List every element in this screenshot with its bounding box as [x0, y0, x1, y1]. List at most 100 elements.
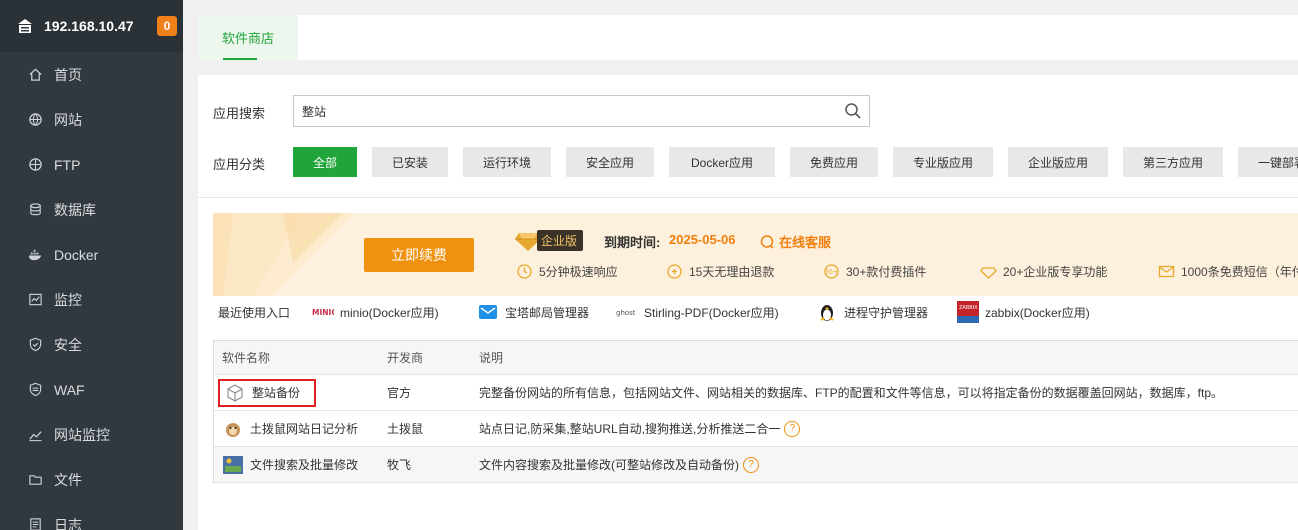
sidebar-item-label: 监控 — [54, 291, 82, 308]
diamond-outline-icon — [980, 267, 997, 279]
app-vendor: 官方 — [387, 386, 412, 400]
search-input[interactable] — [302, 104, 837, 118]
app-description: 文件内容搜索及批量修改(可整站修改及自动备份) — [479, 458, 739, 472]
sidebar-item-website[interactable]: 网站 — [0, 97, 183, 142]
server-logo-icon — [18, 19, 32, 33]
recent-item-mail-manager[interactable]: 宝塔邮局管理器 — [477, 301, 589, 323]
expire-date: 2025-05-06 — [669, 232, 736, 247]
category-runtime[interactable]: 运行环境 — [463, 147, 551, 177]
search-icon[interactable] — [837, 96, 869, 126]
recent-item-stirling-pdf[interactable]: ghost Stirling-PDF(Docker应用) — [616, 301, 779, 323]
banner-decoration — [213, 213, 353, 296]
category-third-party[interactable]: 第三方应用 — [1123, 147, 1223, 177]
category-one-click-deploy[interactable]: 一键部署 — [1238, 147, 1298, 177]
header-name[interactable]: 软件名称 — [214, 349, 387, 366]
app-description: 站点日记,防采集,整站URL自动,搜狗推送,分析推送二合一 — [479, 422, 781, 436]
groundhog-icon — [222, 419, 244, 439]
divider — [198, 197, 1298, 198]
monitor-icon — [27, 292, 43, 308]
tab-bar: 软件商店 — [198, 15, 1298, 60]
sidebar-item-files[interactable]: 文件 — [0, 457, 183, 502]
category-free[interactable]: 免费应用 — [790, 147, 878, 177]
category-pro[interactable]: 专业版应用 — [893, 147, 993, 177]
edition-label: 企业版 — [537, 230, 584, 251]
online-service-link[interactable]: 在线客服 — [759, 232, 831, 251]
app-name[interactable]: 土拨鼠网站日记分析 — [250, 420, 358, 437]
search-box — [293, 95, 870, 127]
renew-button[interactable]: 立即续费 — [364, 238, 474, 272]
table-header: 软件名称 开发商 说明 — [214, 341, 1298, 375]
recent-item-supervisor[interactable]: 进程守护管理器 — [816, 301, 928, 323]
sidebar-item-logs[interactable]: 日志 — [0, 502, 183, 530]
feature-label: 5分钟极速响应 — [539, 265, 618, 279]
app-name[interactable]: 整站备份 — [252, 384, 300, 401]
app-name[interactable]: 文件搜索及批量修改 — [250, 456, 358, 473]
recent-item-label: zabbix(Docker应用) — [985, 305, 1090, 320]
sidebar-item-label: FTP — [54, 156, 81, 173]
sidebar-item-monitor[interactable]: 监控 — [0, 277, 183, 322]
enterprise-badge: 企业版 — [515, 230, 584, 251]
table-row[interactable]: 整站备份 官方 完整备份网站的所有信息，包括网站文件、网站相关的数据库、FTP的… — [214, 375, 1298, 411]
expire-label: 到期时间: — [604, 235, 661, 250]
file-search-icon — [222, 455, 244, 475]
sidebar-item-label: 日志 — [54, 516, 82, 530]
enterprise-banner: 立即续费 企业版 到期时间: 2025-05-06 在线客服 5分钟极速响应 1… — [213, 213, 1298, 296]
database-icon — [27, 202, 43, 218]
sidebar-item-label: 数据库 — [54, 201, 96, 218]
category-docker[interactable]: Docker应用 — [669, 147, 775, 177]
sidebar-item-site-monitor[interactable]: 网站监控 — [0, 412, 183, 457]
waf-shield-icon — [27, 382, 43, 398]
header-description[interactable]: 说明 — [479, 349, 1298, 366]
sidebar-item-ftp[interactable]: FTP — [0, 142, 183, 187]
plugin-icon: 30+ — [824, 264, 839, 279]
recent-item-zabbix[interactable]: ZABBIX zabbix(Docker应用) — [957, 301, 1090, 323]
svg-text:ghost: ghost — [616, 309, 636, 317]
table-row[interactable]: 文件搜索及批量修改 牧飞 文件内容搜索及批量修改(可整站修改及自动备份)? — [214, 447, 1298, 483]
sidebar-item-label: 首页 — [54, 66, 82, 83]
category-label: 应用分类 — [213, 157, 266, 172]
zabbix-icon: ZABBIX — [957, 301, 979, 323]
app-description: 完整备份网站的所有信息，包括网站文件、网站相关的数据库、FTP的配置和文件等信息… — [479, 386, 1224, 400]
minio-icon: MINIO — [312, 302, 334, 322]
recent-item-label: minio(Docker应用) — [340, 305, 439, 320]
sidebar-item-waf[interactable]: WAF — [0, 367, 183, 412]
table-row[interactable]: 土拨鼠网站日记分析 土拨鼠 站点日记,防采集,整站URL自动,搜狗推送,分析推送… — [214, 411, 1298, 447]
category-all[interactable]: 全部 — [293, 147, 357, 177]
server-ip[interactable]: 192.168.10.47 — [44, 18, 157, 34]
recent-item-minio[interactable]: MINIO minio(Docker应用) — [312, 301, 439, 323]
sidebar-item-label: 文件 — [54, 471, 82, 488]
search-label: 应用搜索 — [213, 106, 266, 121]
sidebar-item-home[interactable]: 首页 — [0, 52, 183, 97]
linux-penguin-icon — [816, 302, 838, 322]
main-panel: 应用搜索 应用分类 全部 已安装 运行环境 安全应用 Docker应用 免费应用… — [198, 75, 1298, 530]
header-vendor[interactable]: 开发商 — [387, 349, 479, 366]
category-installed[interactable]: 已安装 — [372, 147, 448, 177]
feature-item: 30+ 30+款付费插件 — [823, 263, 980, 280]
tab-software-store[interactable]: 软件商店 — [198, 15, 298, 60]
mail-icon — [1158, 265, 1175, 278]
feature-item: 15天无理由退款 — [666, 263, 823, 280]
sidebar-item-database[interactable]: 数据库 — [0, 187, 183, 232]
category-enterprise[interactable]: 企业版应用 — [1008, 147, 1108, 177]
sidebar-item-label: 网站 — [54, 111, 82, 128]
help-icon[interactable]: ? — [743, 456, 759, 473]
mail-server-icon — [477, 302, 499, 322]
recent-label: 最近使用入口 — [218, 306, 291, 320]
highlight-box: 整站备份 — [218, 378, 317, 407]
refund-icon — [667, 264, 682, 279]
sidebar-item-label: WAF — [54, 381, 85, 398]
sidebar-item-docker[interactable]: Docker — [0, 232, 183, 277]
log-icon — [27, 517, 43, 530]
svg-text:MINIO: MINIO — [312, 308, 334, 317]
help-icon[interactable]: ? — [784, 420, 801, 437]
docker-icon — [27, 247, 43, 263]
sidebar-item-security[interactable]: 安全 — [0, 322, 183, 367]
feature-item: 20+企业版专享功能 — [980, 263, 1158, 280]
feature-list: 5分钟极速响应 15天无理由退款 30+ 30+款付费插件 20+企业版专享功能… — [516, 263, 1298, 280]
notification-badge[interactable]: 0 — [157, 16, 177, 36]
clock-fast-icon — [517, 264, 532, 279]
category-security[interactable]: 安全应用 — [566, 147, 654, 177]
app-vendor: 牧飞 — [387, 458, 412, 472]
package-box-icon — [224, 383, 246, 403]
folder-icon — [27, 472, 43, 488]
